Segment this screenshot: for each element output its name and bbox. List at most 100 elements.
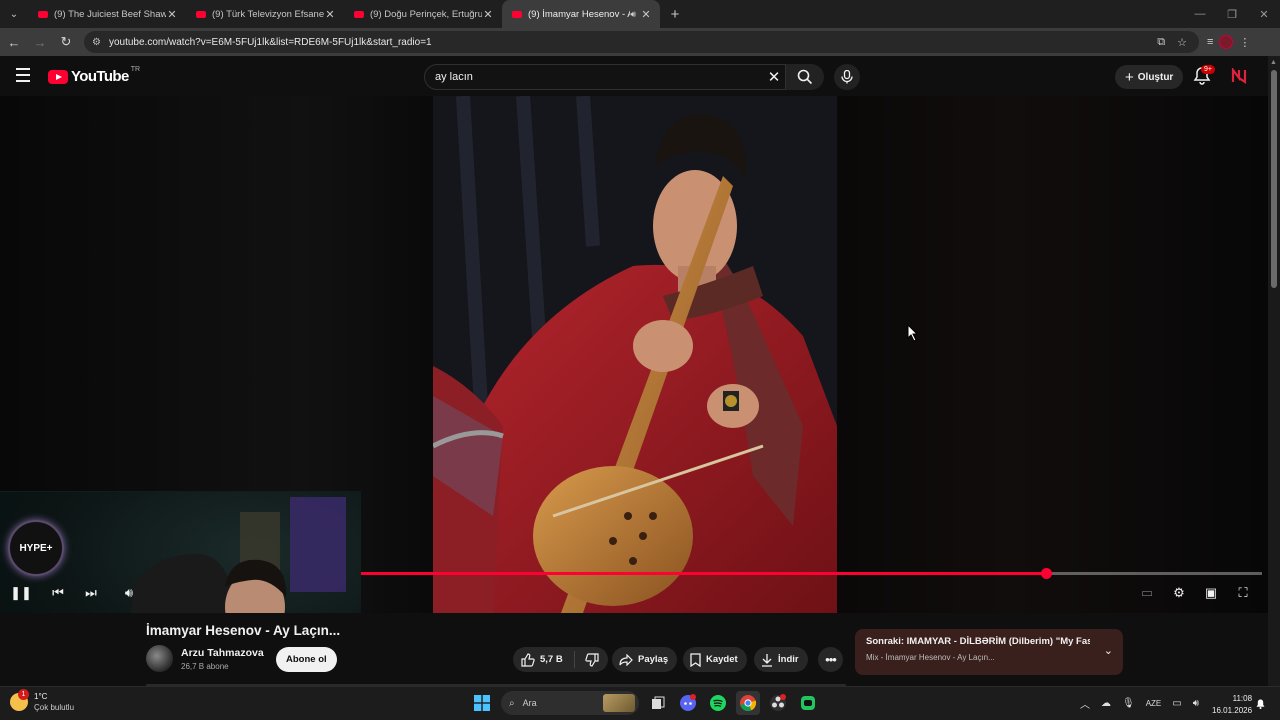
youtube-logo[interactable]: YouTube TR <box>48 66 140 85</box>
task-view-icon[interactable] <box>646 691 670 715</box>
tab-search-chevron-icon[interactable]: ⌄ <box>0 0 28 28</box>
taskbar-apps: ⌕ Ara <box>467 691 823 715</box>
close-tab-icon[interactable]: ✕ <box>324 8 336 21</box>
progress-scrubber-handle[interactable] <box>1040 568 1052 579</box>
close-tab-icon[interactable]: ✕ <box>640 8 652 21</box>
browser-tab-strip: ⌄ (9) The Juiciest Beef Shawarma ✕ (9) T… <box>0 0 1280 28</box>
save-label: Kaydet <box>706 654 738 665</box>
thumbs-down-icon <box>584 652 599 667</box>
obs-app-icon[interactable] <box>766 691 790 715</box>
back-arrow-icon[interactable]: ← <box>2 30 26 54</box>
youtube-play-icon <box>48 69 68 84</box>
bookmark-star-icon[interactable]: ☆ <box>1177 36 1187 49</box>
subscriber-count: 26,7 B abone <box>181 662 229 671</box>
browser-tab-3[interactable]: (9) Doğu Perinçek, Ertuğrul Kür ✕ <box>344 0 502 28</box>
video-info-section: İmamyar Hesenov - Ay Laçın... Arzu Tahma… <box>0 613 1268 686</box>
plus-icon: + <box>1125 68 1134 86</box>
channel-name[interactable]: Arzu Tahmazova <box>181 647 264 659</box>
video-frame-musician-image <box>433 96 837 613</box>
discord-app-icon[interactable] <box>676 691 700 715</box>
notification-count-badge: 9+ <box>1201 65 1215 74</box>
messaging-app-icon[interactable] <box>796 691 820 715</box>
youtube-masthead: YouTube TR ay lacın ✕ + Oluştur 9+ <box>0 56 1268 96</box>
close-tab-icon[interactable]: ✕ <box>166 8 178 21</box>
guide-menu-icon[interactable] <box>16 68 30 82</box>
player-controls: ❚❚ ⏮︎ ⏭︎ 🔊︎ ▭ ⚙ ▣ ⛶ <box>0 582 1268 608</box>
search-query[interactable]: ay lacın <box>435 71 763 83</box>
fullscreen-icon[interactable]: ⛶ <box>1232 582 1254 604</box>
volume-icon[interactable]: 🔊︎ <box>118 582 140 604</box>
scrollbar-thumb[interactable] <box>1271 70 1277 288</box>
search-input[interactable]: ay lacın ✕ <box>424 64 786 90</box>
address-bar[interactable]: ⚙ youtube.com/watch?v=E6M-5FUj1lk&list=R… <box>84 31 1199 53</box>
save-button[interactable]: Kaydet <box>683 647 747 672</box>
windows-start-icon[interactable] <box>470 691 494 715</box>
subtitles-icon[interactable]: ▭ <box>1136 582 1158 604</box>
download-icon <box>762 653 772 667</box>
profile-avatar-icon[interactable] <box>1219 35 1234 49</box>
clear-search-icon[interactable]: ✕ <box>763 68 785 86</box>
tab-title: (9) Doğu Perinçek, Ertuğrul Kür <box>370 8 482 20</box>
voice-search-button[interactable] <box>834 64 860 90</box>
close-tab-icon[interactable]: ✕ <box>482 8 494 21</box>
theater-mode-icon[interactable]: ▣ <box>1200 582 1222 604</box>
up-next-playlist: Mix - İmamyar Hesenov - Ay Laçın... <box>866 653 995 662</box>
weather-widget[interactable]: 1 1°C Çok bulutlu <box>10 689 74 712</box>
system-clock[interactable]: 11:08 16.01.2026 <box>1212 693 1252 717</box>
next-icon[interactable]: ⏭︎ <box>80 582 102 604</box>
download-label: İndir <box>778 654 799 665</box>
media-controls-icon[interactable]: ≡ <box>1207 36 1213 48</box>
speaker-icon[interactable]: 🔊︎ <box>1193 698 1199 709</box>
restore-icon[interactable]: ❐ <box>1216 0 1248 28</box>
chevron-down-icon[interactable]: ⌄ <box>1104 644 1113 657</box>
minimize-icon[interactable]: — <box>1184 0 1216 28</box>
video-player[interactable]: HYPE+ ❚❚ ⏮︎ ⏭︎ 🔊︎ ▭ ⚙ ▣ ⛶ <box>0 96 1268 613</box>
taskbar-search-box[interactable]: ⌕ Ara <box>501 691 639 715</box>
tab-title: (9) Türk Televizyon Efsaneleri Sı <box>212 8 324 20</box>
spotify-app-icon[interactable] <box>706 691 730 715</box>
previous-icon[interactable]: ⏮︎ <box>47 582 69 604</box>
browser-menu-icon[interactable]: ⋮ <box>1239 36 1250 49</box>
subscribe-button[interactable]: Abone ol <box>276 647 337 672</box>
progress-bar[interactable] <box>361 568 1262 579</box>
dislike-button[interactable] <box>575 652 608 667</box>
onedrive-cloud-icon[interactable]: ☁ <box>1101 698 1111 709</box>
keyboard-language[interactable]: AZE <box>1146 699 1162 708</box>
more-actions-icon[interactable]: ••• <box>818 647 843 672</box>
search-icon: ⌕ <box>509 697 515 709</box>
browser-tab-4-active[interactable]: (9) İmamyar Hesenov - Ay L 🔊︎ ✕ <box>502 0 660 28</box>
create-button[interactable]: + Oluştur <box>1115 65 1184 89</box>
audio-playing-icon[interactable]: 🔊︎ <box>630 9 636 20</box>
tray-overflow-chevron-icon[interactable]: ︿ <box>1080 696 1090 711</box>
share-button[interactable]: Paylaş <box>612 647 678 672</box>
pause-icon[interactable]: ❚❚ <box>10 582 32 604</box>
download-button[interactable]: İndir <box>754 647 808 672</box>
new-tab-button[interactable]: + <box>664 0 686 28</box>
browser-tab-1[interactable]: (9) The Juiciest Beef Shawarma ✕ <box>28 0 186 28</box>
search-button[interactable] <box>786 64 824 90</box>
scroll-up-arrow-icon[interactable]: ▲ <box>1270 59 1277 66</box>
notification-bell-icon[interactable] <box>1256 699 1265 709</box>
thumbs-up-icon <box>521 652 535 667</box>
install-app-icon[interactable]: ⧉ <box>1157 36 1165 49</box>
channel-avatar[interactable] <box>146 645 173 672</box>
reload-icon[interactable]: ↻ <box>54 30 78 54</box>
forward-arrow-icon[interactable]: → <box>28 30 52 54</box>
network-icon[interactable]: ▭ <box>1172 698 1181 709</box>
microphone-icon[interactable]: 🎙︎ <box>1122 698 1135 709</box>
like-button[interactable]: 5,7 B <box>513 651 575 668</box>
browser-tab-2[interactable]: (9) Türk Televizyon Efsaneleri Sı ✕ <box>186 0 344 28</box>
page-scrollbar[interactable]: ▲ <box>1268 56 1280 686</box>
url-text[interactable]: youtube.com/watch?v=E6M-5FUj1lk&list=RDE… <box>109 37 1157 48</box>
site-info-icon[interactable]: ⚙ <box>92 37 101 48</box>
progress-played <box>361 572 1046 575</box>
settings-gear-icon[interactable]: ⚙ <box>1168 582 1190 604</box>
hype-badge[interactable]: HYPE+ <box>8 520 64 576</box>
up-next-card[interactable]: Sonraki: IMAMYAR - DİLBƏRİM (Dilberim) "… <box>855 629 1123 675</box>
video-letterbox-right <box>837 96 1268 613</box>
search-highlight-image <box>603 694 635 712</box>
chrome-app-icon[interactable] <box>736 691 760 715</box>
mouse-cursor-icon <box>907 324 919 342</box>
close-window-icon[interactable]: ✕ <box>1248 0 1280 28</box>
account-avatar[interactable] <box>1231 68 1247 84</box>
